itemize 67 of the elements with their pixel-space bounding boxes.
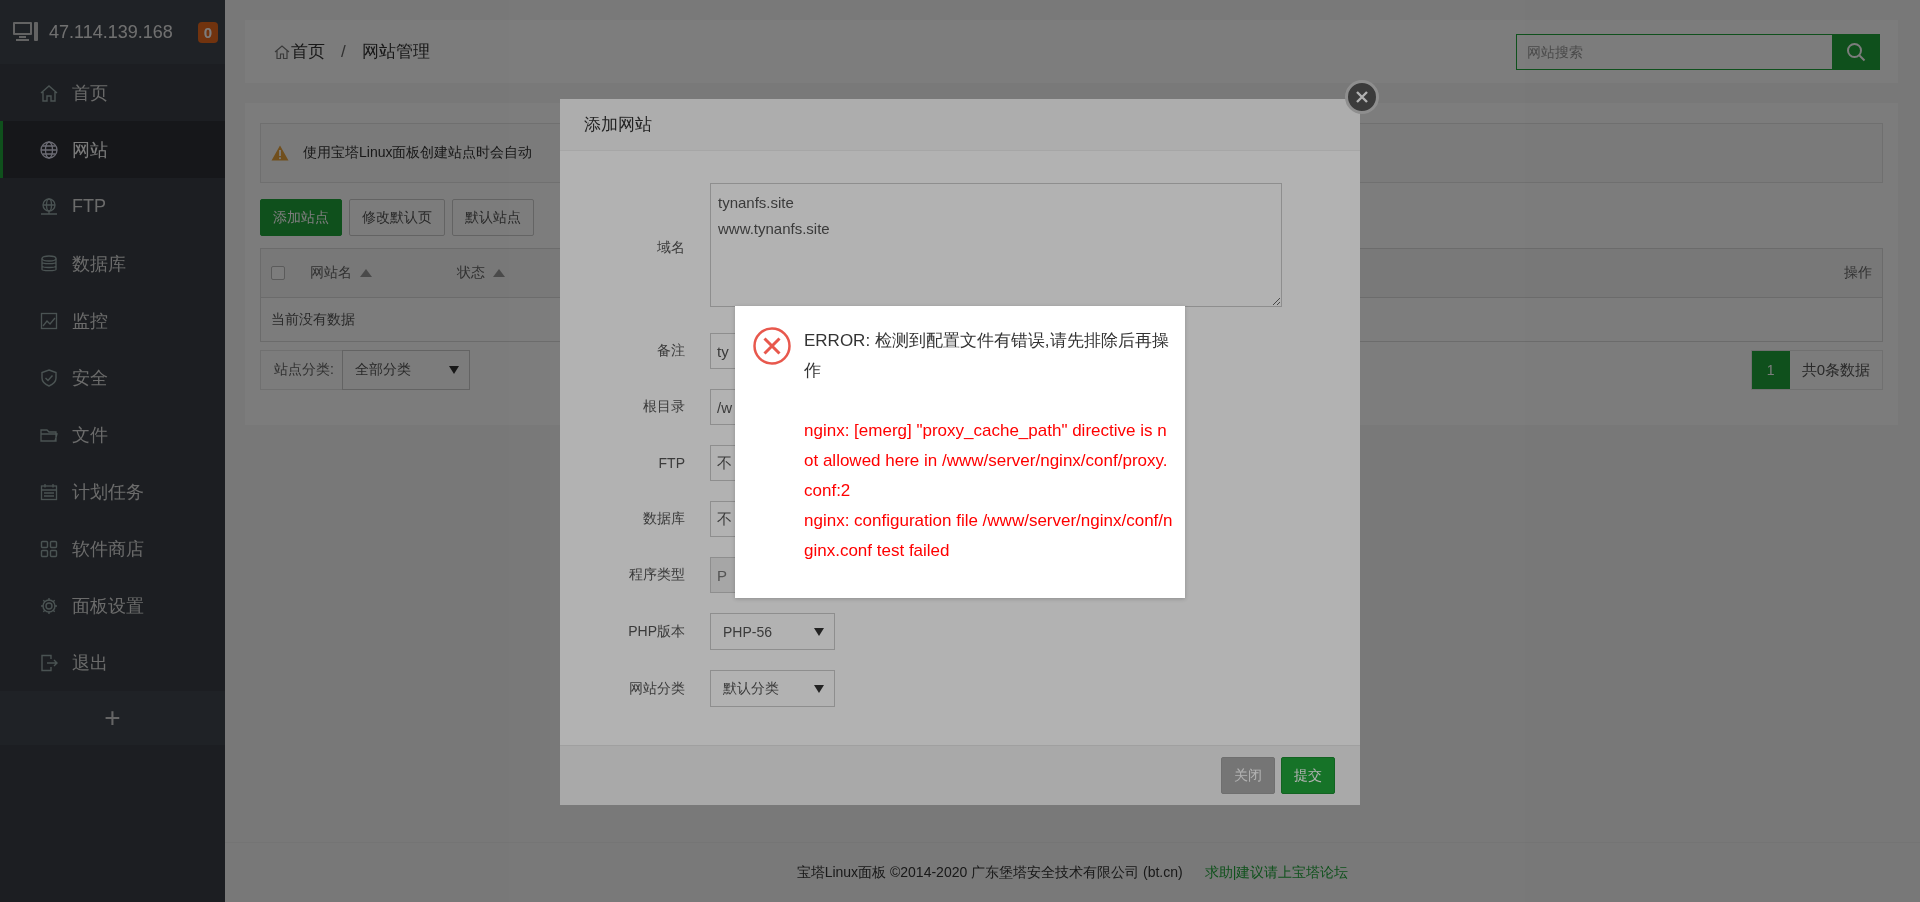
error-message: ERROR: 检测到配置文件有错误,请先排除后再操作: [804, 330, 1170, 382]
globe-server-icon: [39, 196, 59, 217]
globe-icon: [39, 139, 59, 160]
shield-icon: [39, 367, 59, 388]
dialog-title: 添加网站: [560, 99, 1360, 151]
field-label: 网站分类: [628, 679, 685, 698]
dialog-button[interactable]: 关闭: [1221, 757, 1275, 794]
field-label: 根目录: [642, 398, 685, 416]
error-detail: nginx: configuration file /www/server/nginx/conf/nginx.conf test failed: [804, 510, 1174, 562]
forum-link[interactable]: 求助|建议请上宝塔论坛: [1204, 863, 1349, 882]
toolbar-button[interactable]: 默认站点: [452, 199, 534, 236]
field-label: FTP: [657, 455, 685, 471]
column-header[interactable]: 状态: [457, 264, 485, 282]
server-address: 47.114.139.168: [49, 21, 174, 43]
caret-icon: [814, 627, 824, 636]
filter-label: 站点分类:: [274, 361, 334, 379]
sidebar-item[interactable]: 软件商店: [0, 520, 225, 577]
warning-text: 使用宝塔Linux面板创建站点时会自动: [303, 144, 533, 162]
notification-badge[interactable]: 0: [197, 21, 218, 43]
sidebar-item[interactable]: 退出: [0, 634, 225, 691]
sidebar-item[interactable]: FTP: [0, 178, 225, 235]
empty-message: 当前没有数据: [271, 310, 355, 329]
page-button[interactable]: 1: [1751, 351, 1790, 389]
grid-icon: [39, 538, 59, 559]
sidebar-item[interactable]: 计划任务: [0, 463, 225, 520]
dropdown-select[interactable]: 默认分类: [710, 670, 835, 707]
breadcrumb-link[interactable]: 首页: [291, 40, 325, 63]
domain-textarea[interactable]: tynanfs.site www.tynanfs.site: [710, 183, 1282, 307]
caret-icon: [814, 684, 824, 693]
field-label: 数据库: [642, 510, 685, 528]
caret-icon: [448, 366, 459, 374]
calendar-icon: [39, 481, 59, 502]
computer-icon: [13, 21, 39, 43]
database-icon: [39, 253, 59, 274]
sidebar-item[interactable]: 面板设置: [0, 577, 225, 634]
copyright-text: 宝塔Linux面板 ©2014-2020 广东堡塔安全技术有限公司 (bt.cn): [796, 863, 1183, 882]
sidebar-item[interactable]: 网站: [0, 121, 225, 178]
exit-icon: [39, 652, 59, 673]
field-label: 程序类型: [628, 566, 685, 584]
select-all-checkbox[interactable]: [271, 266, 285, 280]
close-icon: [1355, 90, 1369, 104]
home-icon: [39, 82, 59, 103]
toolbar-button[interactable]: 修改默认页: [349, 199, 445, 236]
record-count: 共0条数据: [1800, 360, 1871, 380]
dropdown-select[interactable]: PHP-56: [710, 613, 835, 650]
column-header[interactable]: 网站名: [310, 264, 352, 282]
category-select[interactable]: 全部分类: [341, 350, 470, 390]
add-button[interactable]: +: [104, 704, 121, 732]
warning-icon: [271, 145, 289, 161]
home-icon: [274, 43, 290, 60]
chart-icon: [39, 310, 59, 331]
sidebar-item[interactable]: 数据库: [0, 235, 225, 292]
field-label: 备注: [656, 342, 685, 360]
sidebar-item[interactable]: 安全: [0, 349, 225, 406]
toolbar-button[interactable]: 添加站点: [260, 199, 342, 236]
gear-icon: [39, 595, 59, 616]
sidebar-item[interactable]: 监控: [0, 292, 225, 349]
search-button[interactable]: [1832, 33, 1880, 70]
sidebar-item[interactable]: 首页: [0, 64, 225, 121]
search-icon: [1846, 41, 1866, 62]
column-header: 操作: [1844, 264, 1872, 282]
breadcrumb-separator: /: [341, 41, 346, 62]
field-label: PHP版本: [627, 622, 685, 641]
sidebar-item[interactable]: 文件: [0, 406, 225, 463]
error-icon: [752, 326, 792, 366]
field-label: 域名: [656, 239, 685, 257]
dialog-button[interactable]: 提交: [1281, 757, 1335, 794]
